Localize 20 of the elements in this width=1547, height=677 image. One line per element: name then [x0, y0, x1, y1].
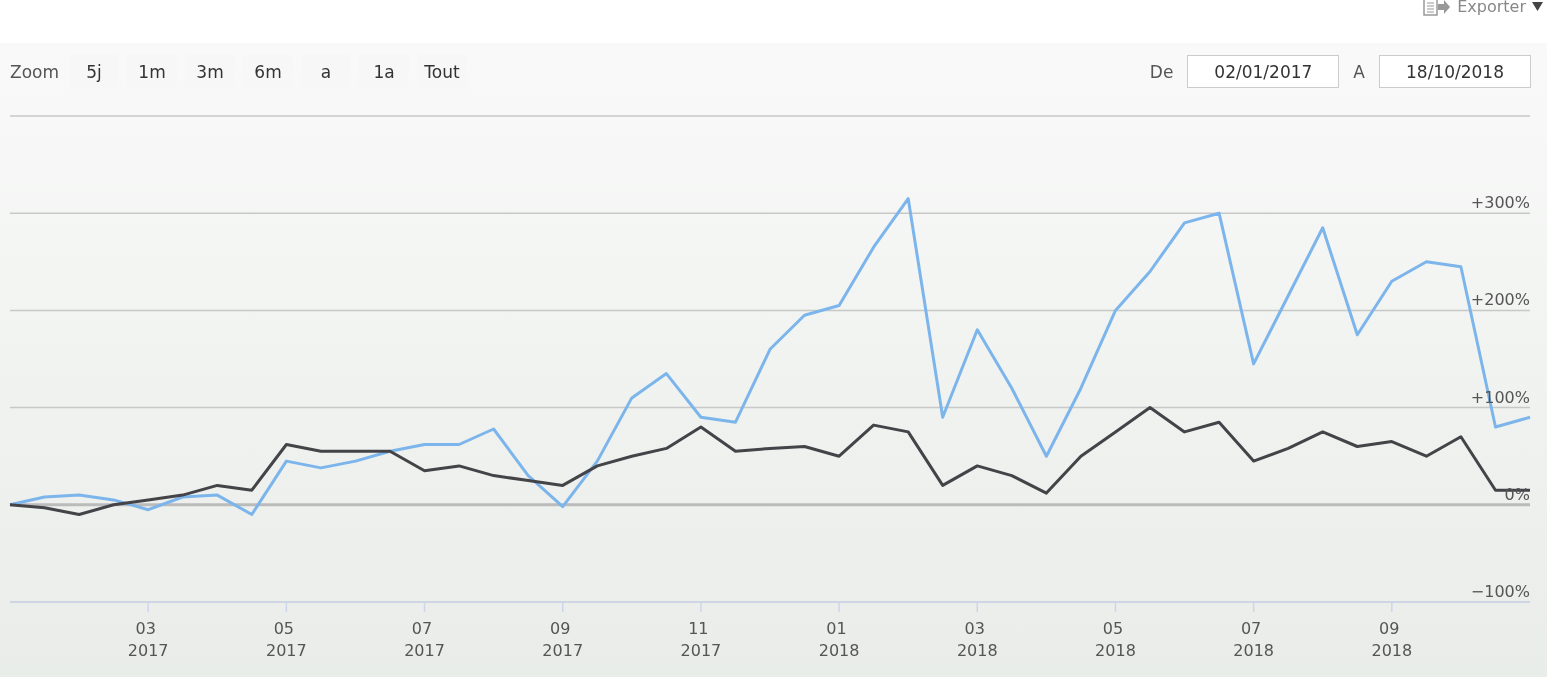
export-button[interactable]: Exporter [1423, 0, 1547, 16]
x-axis-label: 09 2017 [542, 619, 584, 660]
x-axis-label: 03 2017 [127, 619, 169, 660]
from-date-field[interactable]: 02/01/2017 [1187, 55, 1340, 88]
from-label: De [1149, 61, 1174, 82]
x-axis-label: 07 2017 [404, 619, 445, 660]
y-axis-label: +300% [1470, 193, 1530, 213]
to-label: A [1353, 61, 1365, 82]
caret-icon [1532, 2, 1543, 11]
zoom-label: Zoom [10, 61, 59, 82]
x-axis-label: 09 2018 [1371, 619, 1413, 660]
x-axis-label: 07 2018 [1233, 619, 1274, 660]
y-axis-label: +200% [1470, 290, 1530, 310]
x-axis-label: 05 2017 [266, 619, 307, 660]
x-axis-label: 11 2017 [680, 619, 722, 660]
x-axis-label: 05 2018 [1095, 619, 1136, 660]
to-date-field[interactable]: 18/10/2018 [1379, 55, 1531, 88]
y-axis-label: −100% [1470, 582, 1530, 601]
x-axis-label: 01 2018 [818, 619, 860, 660]
x-axis-label: 03 2018 [956, 619, 998, 660]
